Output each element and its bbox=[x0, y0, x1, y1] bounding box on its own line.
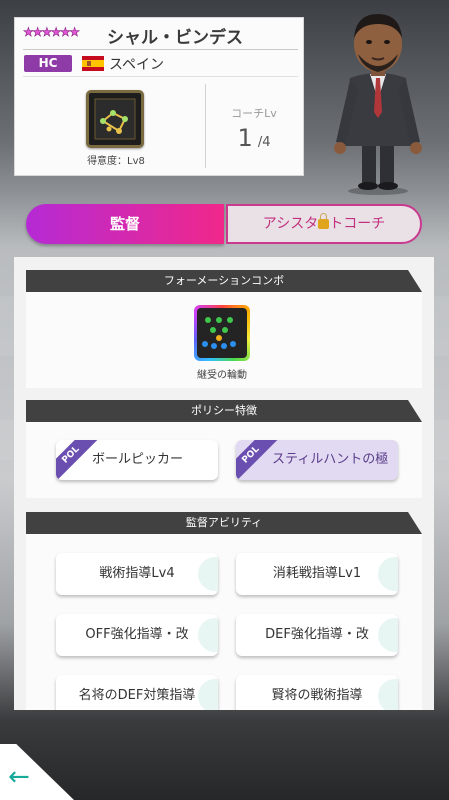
ability-item[interactable]: 賢将の戦術指導 bbox=[236, 675, 398, 710]
policy-item[interactable]: POL ボールピッカー bbox=[56, 440, 218, 480]
formation-combo-header: フォーメーションコンボ bbox=[26, 270, 422, 292]
coach-detail-panel[interactable]: フォーメーションコンボ 継受の輪動 ポリシー特徴 POL ボールピッカー POL… bbox=[14, 257, 434, 710]
formation-combo-name: 継受の輪動 bbox=[197, 370, 247, 381]
ability-item[interactable]: 戦術指導Lv4 bbox=[56, 553, 218, 595]
position-badge: HC bbox=[24, 55, 72, 72]
policy-item[interactable]: POL スティルハントの極意 bbox=[236, 440, 398, 480]
ability-item[interactable]: OFF強化指導・改 bbox=[56, 614, 218, 656]
policy-item-label: スティルハントの極意 bbox=[272, 452, 389, 467]
divider bbox=[205, 84, 206, 168]
coach-level-value: 1 /4 bbox=[237, 124, 271, 152]
tab-manager[interactable]: 監督 bbox=[26, 204, 224, 244]
ability-item[interactable]: 名将のDEF対策指導 bbox=[56, 675, 218, 710]
left-arrow-icon[interactable]: ← bbox=[8, 764, 30, 790]
divider bbox=[23, 49, 298, 50]
coach-info-card: ★★★★★★ シャル・ビンデス HC スペイン 得意度：Lv8 コーチLv 1 … bbox=[14, 17, 304, 176]
ability-item[interactable]: 消耗戦指導Lv1 bbox=[236, 553, 398, 595]
formation-combo-icon[interactable] bbox=[194, 305, 250, 361]
spain-flag-icon bbox=[82, 56, 104, 71]
policy-item-label: ボールピッカー bbox=[92, 452, 184, 467]
ability-item[interactable]: DEF強化指導・改 bbox=[236, 614, 398, 656]
tab-assistant-coach[interactable]: アシスタ トコーチ bbox=[226, 204, 422, 244]
coach-avatar bbox=[322, 8, 434, 196]
coach-name: シャル・ビンデス bbox=[107, 28, 243, 48]
formation-expertise-icon[interactable] bbox=[86, 90, 144, 148]
coach-level-label: コーチLv bbox=[231, 107, 277, 120]
abilities-header: 監督アビリティ bbox=[26, 512, 422, 534]
country-name: スペイン bbox=[109, 57, 165, 73]
lock-icon bbox=[318, 213, 330, 229]
policy-header: ポリシー特徴 bbox=[26, 400, 422, 422]
rarity-stars: ★★★★★★ bbox=[23, 25, 81, 40]
expertise-level: 得意度：Lv8 bbox=[87, 156, 145, 167]
divider bbox=[23, 76, 298, 77]
